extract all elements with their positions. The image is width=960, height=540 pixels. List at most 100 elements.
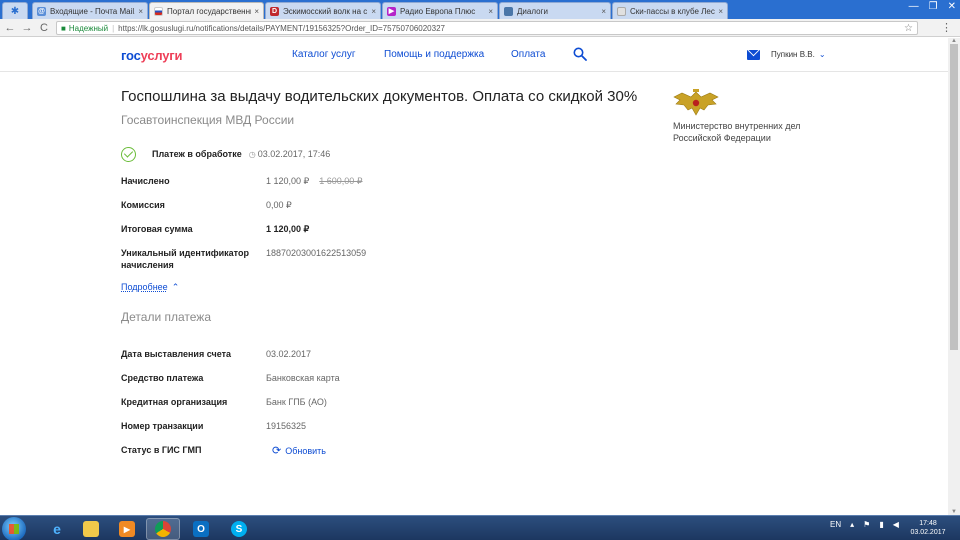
vk-icon (504, 6, 513, 16)
site-header: госуслуги Каталог услуг Помощь и поддерж… (0, 38, 948, 72)
taskbar-chrome[interactable] (146, 518, 180, 540)
back-icon[interactable]: ← (3, 22, 17, 34)
payment-method-label: Средство платежа (121, 373, 204, 383)
page-title: Госпошлина за выдачу водительских докуме… (121, 88, 638, 105)
tab-dialogs[interactable]: Диалоги × (499, 2, 611, 19)
uid-value: 18870203001622513059 (266, 248, 367, 258)
charged-label: Начислено (121, 176, 170, 186)
d-logo-icon: D (270, 6, 279, 16)
tray-clock[interactable]: 17:48 03.02.2017 (908, 519, 948, 537)
minimize-icon[interactable]: — (909, 1, 919, 12)
payment-status: Платеж в обработке ◷ 03.02.2017, 17:46 (121, 146, 330, 162)
tab-radio[interactable]: ▶ Радио Европа Плюс × (382, 2, 498, 19)
charged-value: 1 120,00 ₽1 600,00 ₽ (266, 176, 363, 186)
address-bar[interactable]: ■ Надежный | https://lk.gosuslugi.ru/not… (56, 21, 918, 35)
divider: | (112, 23, 115, 33)
uid-label: Уникальный идентификатор начисления (121, 248, 249, 270)
user-name: Пупкин В.В. (771, 50, 815, 59)
bank-label: Кредитная организация (121, 397, 228, 407)
page-scrollbar[interactable]: ▲ ▼ (948, 38, 960, 515)
tab-title: Портал государственных услуг (167, 6, 251, 16)
chevron-up-icon: ⌃ (171, 282, 180, 292)
toolbar: ← → C ■ Надежный | https://lk.gosuslugi.… (0, 19, 960, 37)
mail-icon: @ (37, 6, 46, 16)
language-indicator[interactable]: EN (830, 520, 841, 529)
refresh-button[interactable]: ⟳ Обновить (272, 444, 326, 457)
user-menu[interactable]: Пупкин В.В. ⌄ (771, 50, 826, 59)
tab-mail[interactable]: @ Входящие - Почта Mail.Ru × (32, 2, 148, 19)
tab-title: Ски-пассы в клубе Лес (630, 6, 715, 16)
close-tab-icon[interactable]: × (601, 7, 606, 16)
original-price: 1 600,00 ₽ (319, 176, 363, 186)
search-icon[interactable] (573, 47, 587, 61)
agency-subtitle: Госавтоинспекция МВД России (121, 113, 295, 127)
taskbar-skype[interactable]: S (222, 518, 256, 540)
pinned-tab-icon: ✱ (10, 5, 20, 17)
start-button[interactable] (2, 517, 26, 540)
status-label: Платеж в обработке (152, 149, 242, 159)
invoice-date-label: Дата выставления счета (121, 349, 232, 359)
refresh-icon: ⟳ (272, 445, 282, 457)
taskbar-explorer[interactable] (74, 518, 108, 540)
tab-eskimo[interactable]: D Эскимосский волк на с × (265, 2, 381, 19)
folder-icon (83, 521, 99, 537)
forward-icon[interactable]: → (20, 22, 34, 34)
more-details-link[interactable]: Подробнее ⌃ (121, 282, 179, 293)
chevron-down-icon: ⌄ (818, 50, 826, 59)
windows-taskbar: e ▶ O S EN ▴ ⚑ ▮ ◀ 17:48 03.02.2017 (0, 515, 960, 540)
page-icon (617, 6, 626, 16)
close-tab-icon[interactable]: × (488, 7, 493, 16)
envelope-icon[interactable] (747, 50, 760, 60)
network-icon[interactable]: ▮ (879, 520, 883, 529)
taskbar-ie[interactable]: e (40, 518, 74, 540)
mvd-eagle-emblem-icon (673, 89, 719, 116)
window-controls: — ❐ ✕ (909, 1, 956, 12)
nav-help[interactable]: Помощь и поддержка (384, 49, 484, 60)
taskbar-media[interactable]: ▶ (110, 518, 144, 540)
close-tab-icon[interactable]: × (254, 7, 259, 16)
invoice-date-value: 03.02.2017 (266, 349, 312, 359)
payment-method-value: Банковская карта (266, 373, 340, 383)
gosuslugi-logo[interactable]: госуслуги (121, 48, 183, 63)
secure-label: Надежный (68, 23, 109, 33)
apps-tab[interactable]: ✱ (2, 2, 28, 19)
scrollbar-thumb[interactable] (950, 44, 958, 350)
flag-icon[interactable]: ⚑ (863, 520, 870, 529)
maximize-icon[interactable]: ❐ (929, 1, 938, 12)
tab-ski[interactable]: Ски-пассы в клубе Лес × (612, 2, 728, 19)
browser-tab-strip: ✱ @ Входящие - Почта Mail.Ru × Портал го… (0, 0, 960, 19)
tray-arrow-icon[interactable]: ▴ (850, 520, 854, 529)
status-datetime: 03.02.2017, 17:46 (257, 149, 331, 159)
nav-catalog[interactable]: Каталог услуг (292, 49, 356, 60)
tab-title: Радио Европа Плюс (400, 6, 476, 16)
play-icon: ▶ (387, 6, 396, 16)
media-player-icon: ▶ (119, 521, 135, 537)
bookmark-star-icon[interactable]: ☆ (904, 23, 913, 34)
check-circle-icon (121, 146, 136, 162)
tab-title: Диалоги (517, 6, 548, 16)
taskbar-outlook[interactable]: O (184, 518, 218, 540)
clock-icon: ◷ (248, 149, 256, 159)
close-tab-icon[interactable]: × (718, 7, 723, 16)
ru-flag-icon (154, 6, 163, 16)
close-tab-icon[interactable]: × (371, 7, 376, 16)
url-text[interactable]: https://lk.gosuslugi.ru/notifications/de… (118, 24, 445, 33)
payment-details-title: Детали платежа (121, 310, 211, 324)
tab-title: Эскимосский волк на с (283, 6, 368, 16)
commission-label: Комиссия (121, 200, 165, 210)
gis-status-label: Статус в ГИС ГМП (121, 445, 202, 455)
tab-gosuslugi[interactable]: Портал государственных услуг × (149, 2, 264, 19)
close-tab-icon[interactable]: × (138, 7, 143, 16)
volume-icon[interactable]: ◀ (893, 520, 899, 529)
tab-title: Входящие - Почта Mail.Ru (50, 6, 135, 16)
commission-value: 0,00 ₽ (266, 200, 292, 210)
lock-icon: ■ (61, 23, 66, 33)
chrome-icon (155, 521, 171, 537)
nav-payment[interactable]: Оплата (511, 49, 545, 60)
total-value: 1 120,00 ₽ (266, 224, 310, 234)
transaction-value: 19156325 (266, 421, 307, 431)
close-window-icon[interactable]: ✕ (948, 1, 956, 12)
chrome-menu-icon[interactable]: ⋮ (941, 21, 952, 34)
reload-icon[interactable]: C (37, 22, 51, 34)
ministry-name: Министерство внутренних дел Российской Ф… (673, 121, 801, 143)
